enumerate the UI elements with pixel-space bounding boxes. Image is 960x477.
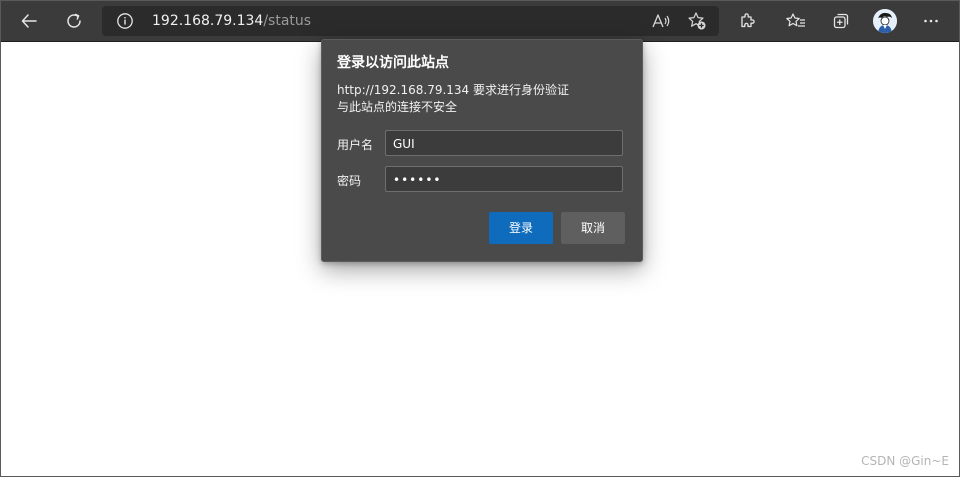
watermark: CSDN @Gin~E — [861, 454, 949, 468]
browser-toolbar: 192.168.79.134/status — [1, 1, 959, 42]
dialog-message-auth: http://192.168.79.134 要求进行身份验证 — [337, 83, 570, 97]
info-icon[interactable] — [116, 12, 134, 30]
dialog-message-insecure: 与此站点的连接不安全 — [337, 100, 458, 114]
login-button[interactable]: 登录 — [489, 212, 553, 244]
address-bar[interactable]: 192.168.79.134/status — [102, 6, 719, 36]
refresh-icon[interactable] — [58, 5, 90, 37]
address-host: 192.168.79.134 — [152, 13, 264, 29]
auth-dialog: 登录以访问此站点 http://192.168.79.134 要求进行身份验证 … — [321, 39, 643, 262]
extensions-icon[interactable] — [731, 5, 763, 37]
password-label: 密码 — [337, 174, 362, 188]
username-field[interactable]: GUI — [385, 130, 623, 156]
browser-window: 192.168.79.134/status 登录以访问此站点 http://19… — [0, 0, 960, 477]
read-aloud-icon[interactable] — [650, 11, 672, 31]
add-favorite-icon[interactable] — [686, 11, 708, 31]
dialog-title: 登录以访问此站点 — [337, 55, 449, 71]
back-arrow-icon[interactable] — [13, 5, 45, 37]
favorites-icon[interactable] — [780, 5, 812, 37]
password-field[interactable]: •••••• — [385, 166, 623, 192]
cancel-button[interactable]: 取消 — [561, 212, 625, 244]
collections-icon[interactable] — [825, 5, 857, 37]
more-icon[interactable] — [915, 5, 947, 37]
username-label: 用户名 — [337, 138, 374, 152]
profile-avatar[interactable] — [873, 9, 897, 33]
address-path: /status — [263, 13, 312, 29]
address-url[interactable]: 192.168.79.134/status — [152, 12, 311, 30]
